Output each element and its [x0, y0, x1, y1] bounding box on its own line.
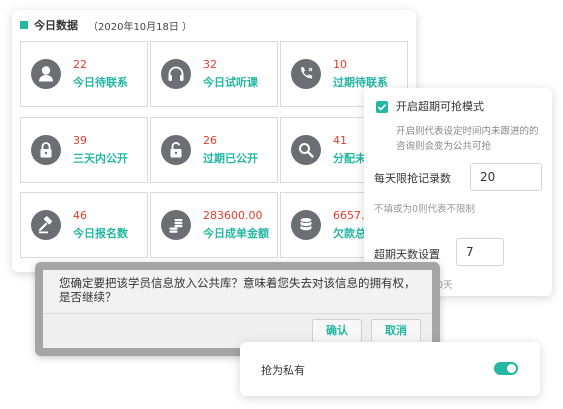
stat-value: 22 — [73, 58, 87, 71]
cancel-button[interactable]: 取消 — [371, 319, 421, 343]
headphones-icon — [161, 59, 191, 89]
today-stats-card: 今日数据 （2020年10月18日 ） 22 今日待联系 32 今日试听课 10… — [12, 10, 416, 272]
stat-value: 32 — [203, 58, 217, 71]
grab-private-label: 抢为私有 — [261, 364, 305, 377]
stat-label: 今日待联系 — [73, 76, 128, 89]
stat-label: 今日报名数 — [73, 227, 128, 240]
daily-limit-label: 每天限抢记录数 — [374, 172, 451, 185]
dialog-body: 您确定要把该学员信息放入公共库？意味着您失去对该信息的拥有权，是否继续？ 确认 … — [43, 270, 432, 348]
stat-tile-contact-today[interactable]: 22 今日待联系 — [20, 41, 148, 107]
stat-value: 26 — [203, 134, 217, 147]
overdue-days-label: 超期天数设置 — [374, 248, 440, 261]
check-icon — [377, 104, 387, 111]
toggle-knob — [507, 364, 516, 373]
stat-value: 39 — [73, 134, 87, 147]
stat-label: 三天内公开 — [73, 152, 128, 165]
daily-limit-input[interactable]: 20 — [470, 163, 542, 191]
stat-tile-overdue-public[interactable]: 26 过期已公开 — [150, 117, 278, 183]
stat-label: 今日成单金额 — [203, 227, 269, 240]
grab-mode-description: 开启则代表设定时间内未跟进的的咨询则会变为公共可抢 — [396, 126, 539, 152]
lock-icon — [31, 135, 61, 165]
stat-label: 过期已公开 — [203, 152, 258, 165]
header-marker — [20, 21, 28, 29]
stat-value: 41 — [333, 134, 347, 147]
stats-date: （2020年10月18日 ） — [88, 21, 193, 33]
phone-icon — [291, 59, 321, 89]
user-icon — [31, 59, 61, 89]
dialog-message: 您确定要把该学员信息放入公共库？意味着您失去对该信息的拥有权，是否继续？ — [59, 276, 416, 304]
grab-mode-label: 开启超期可抢模式 — [396, 100, 484, 113]
confirm-button[interactable]: 确认 — [312, 319, 362, 343]
stat-value: 10 — [333, 58, 347, 71]
unlock-icon — [161, 135, 191, 165]
coins-icon — [161, 210, 191, 240]
stat-tile-deal-amount-today[interactable]: 283600.00 今日成单金额 — [150, 192, 278, 258]
database-icon — [291, 210, 321, 240]
overdue-days-input[interactable]: 7 — [456, 238, 504, 266]
grab-private-toggle[interactable] — [494, 362, 518, 375]
stat-value: 46 — [73, 209, 87, 222]
gavel-icon — [31, 210, 61, 240]
stats-header: 今日数据 （2020年10月18日 ） — [20, 17, 192, 33]
stat-tile-enrollments-today[interactable]: 46 今日报名数 — [20, 192, 148, 258]
stat-tile-public-in-3-days[interactable]: 39 三天内公开 — [20, 117, 148, 183]
stat-tile-trial-class[interactable]: 32 今日试听课 — [150, 41, 278, 107]
stats-title: 今日数据 — [34, 19, 78, 32]
grab-private-card: 抢为私有 — [240, 342, 540, 396]
stat-value: 283600.00 — [203, 209, 263, 222]
search-icon — [291, 135, 321, 165]
stat-label: 今日试听课 — [203, 76, 258, 89]
daily-limit-hint: 不填或为0则代表不限制 — [374, 204, 476, 215]
grab-mode-checkbox[interactable] — [376, 101, 388, 113]
